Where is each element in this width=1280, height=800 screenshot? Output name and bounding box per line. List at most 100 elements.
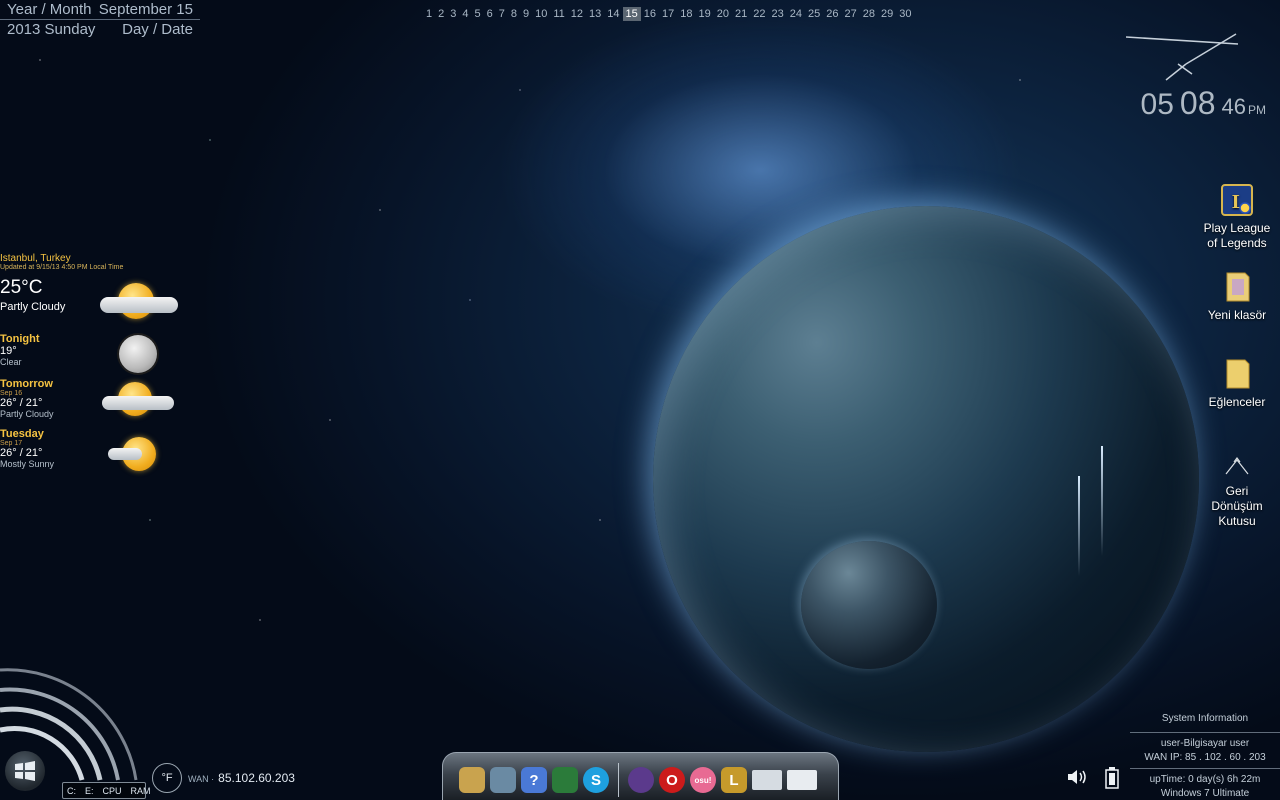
battery-button[interactable]: [1105, 767, 1119, 794]
calendar-day[interactable]: 28: [860, 7, 878, 21]
paint-app-icon[interactable]: [459, 767, 485, 793]
date-label-year-month: Year / Month: [7, 1, 92, 18]
calendar-day[interactable]: 6: [484, 7, 496, 21]
wan-ip-value: 85.102.60.203: [218, 771, 295, 785]
folder-icon: [1220, 357, 1254, 391]
calculator-icon[interactable]: [490, 767, 516, 793]
desktop-icon-league-of-legends[interactable]: L Play League of Legends: [1197, 183, 1277, 251]
calendar-day[interactable]: 12: [568, 7, 586, 21]
calendar-day[interactable]: 18: [677, 7, 695, 21]
forecast-temp: 19°: [0, 345, 17, 357]
desktop-icon-label: Eğlenceler: [1208, 395, 1266, 409]
date-label-day-date: Day / Date: [122, 21, 193, 38]
clock-minutes: 08: [1179, 85, 1216, 121]
help-icon[interactable]: ?: [521, 767, 547, 793]
forecast-condition: Clear: [0, 357, 22, 367]
weather-widget: Istanbul, Turkey Updated at 9/15/13 4:50…: [0, 253, 200, 471]
date-month-day: September 15: [98, 1, 193, 18]
calendar-day[interactable]: 26: [823, 7, 841, 21]
meter-label: CPU: [102, 786, 122, 796]
drive-cpu-ram-meter: C: E: CPU RAM: [62, 782, 151, 799]
sysinfo-os: Windows 7 Ultimate: [1160, 788, 1250, 799]
forecast-temp: 26° / 21°: [0, 447, 43, 459]
temperature-unit-toggle[interactable]: °F: [152, 763, 182, 793]
calendar-day[interactable]: 30: [896, 7, 914, 21]
sysinfo-uptime: upTime: 0 day(s) 6h 22m: [1149, 774, 1261, 785]
calendar-day[interactable]: 15: [622, 7, 641, 21]
desktop-icon-label: of Legends: [1207, 236, 1267, 250]
calendar-strip: 1 2 3 4 5 6 7 8 9 10 11 12 13 14 15 16 17 18 19 20 21 22 23 24 2…: [423, 7, 915, 21]
window-preview-icon[interactable]: [787, 770, 817, 790]
calendar-day[interactable]: 1: [423, 7, 435, 21]
forecast-condition: Partly Cloudy: [0, 409, 54, 419]
sysinfo-divider: [1130, 732, 1280, 733]
clock-hours: 05: [1140, 88, 1174, 121]
dock-separator: [618, 763, 619, 797]
calendar-day[interactable]: 9: [520, 7, 532, 21]
dock-items: ? S Oosu! L: [459, 763, 817, 797]
league-of-legends-icon: L: [1220, 183, 1254, 217]
league-of-legends-icon[interactable]: L: [721, 767, 747, 793]
calendar-day[interactable]: 20: [714, 7, 732, 21]
calendar-day[interactable]: 29: [878, 7, 896, 21]
opera-icon[interactable]: O: [659, 767, 685, 793]
calendar-day[interactable]: 5: [472, 7, 484, 21]
weather-updated-time: Updated at 9/15/13 4:50 PM Local Time: [0, 264, 124, 271]
calendar-day[interactable]: 3: [447, 7, 459, 21]
meter-label: RAM: [130, 786, 151, 796]
osu-icon[interactable]: osu!: [690, 767, 716, 793]
weather-current-temp: 25°C: [0, 277, 43, 298]
calendar-day[interactable]: 19: [696, 7, 714, 21]
app-dock: ? S Oosu! L: [442, 752, 839, 800]
date-year-weekday: 2013 Sunday: [7, 21, 96, 38]
planet-wallpaper: [653, 206, 1199, 752]
clock-digits: 05 08 46 PM: [1141, 85, 1266, 122]
calendar-day[interactable]: 13: [586, 7, 604, 21]
speaker-icon: [1068, 770, 1086, 784]
folder-icon: [1220, 270, 1254, 304]
calendar-day[interactable]: 7: [496, 7, 508, 21]
calendar-day[interactable]: 23: [769, 7, 787, 21]
forecast-day-name: Tomorrow: [0, 378, 53, 390]
desktop-icon-recycle-bin[interactable]: Geri Dönüşüm Kutusu: [1197, 446, 1277, 529]
weather-location: Istanbul, Turkey: [0, 253, 71, 264]
calendar-day[interactable]: 8: [508, 7, 520, 21]
analog-digital-clock: 05 08 46 PM: [1126, 30, 1266, 140]
calendar-day[interactable]: 25: [805, 7, 823, 21]
forecast-tomorrow: Tomorrow Sep 16 26° / 21° Partly Cloudy: [0, 378, 200, 419]
calendar-day[interactable]: 17: [659, 7, 677, 21]
volume-button[interactable]: [1066, 767, 1090, 792]
windows-logo-icon: [15, 761, 35, 781]
calendar-day[interactable]: 21: [732, 7, 750, 21]
clock-ampm: PM: [1248, 103, 1266, 117]
start-button[interactable]: [5, 751, 45, 791]
calendar-day[interactable]: 11: [550, 7, 567, 21]
window-preview-icon[interactable]: [752, 770, 782, 790]
desktop-icon-label: Geri: [1225, 484, 1249, 498]
clock-seconds: 46: [1221, 94, 1246, 119]
calendar-day[interactable]: 24: [787, 7, 805, 21]
skype-icon[interactable]: S: [583, 767, 609, 793]
calendar-day[interactable]: 2: [435, 7, 447, 21]
desktop-icon-label: Dönüşüm: [1211, 499, 1263, 513]
forecast-tonight: Tonight 19° Clear: [0, 333, 200, 373]
calendar-day[interactable]: 14: [604, 7, 622, 21]
moon-icon: [119, 335, 157, 373]
meter-label: C:: [67, 786, 76, 796]
calendar-day[interactable]: 27: [842, 7, 860, 21]
system-information-widget: System Information user-Bilgisayar user …: [1130, 712, 1280, 800]
meter-label: E:: [85, 786, 94, 796]
calendar-day[interactable]: 16: [641, 7, 659, 21]
forecast-date: Sep 17: [0, 440, 23, 447]
desktop-icon-label: Yeni klasör: [1207, 308, 1267, 322]
computer-icon[interactable]: [552, 767, 578, 793]
calendar-day[interactable]: 4: [459, 7, 471, 21]
bittorrent-icon[interactable]: [628, 767, 654, 793]
calendar-day[interactable]: 10: [532, 7, 550, 21]
forecast-day-name: Tuesday: [0, 428, 44, 440]
desktop-icon-eglenceler[interactable]: Eğlenceler: [1197, 357, 1277, 410]
calendar-day[interactable]: 22: [750, 7, 768, 21]
desktop-icon-yeni-klasor[interactable]: Yeni klasör: [1197, 270, 1277, 323]
wan-label: WAN ·: [188, 774, 215, 784]
desktop-icon-label: Kutusu: [1218, 514, 1256, 528]
